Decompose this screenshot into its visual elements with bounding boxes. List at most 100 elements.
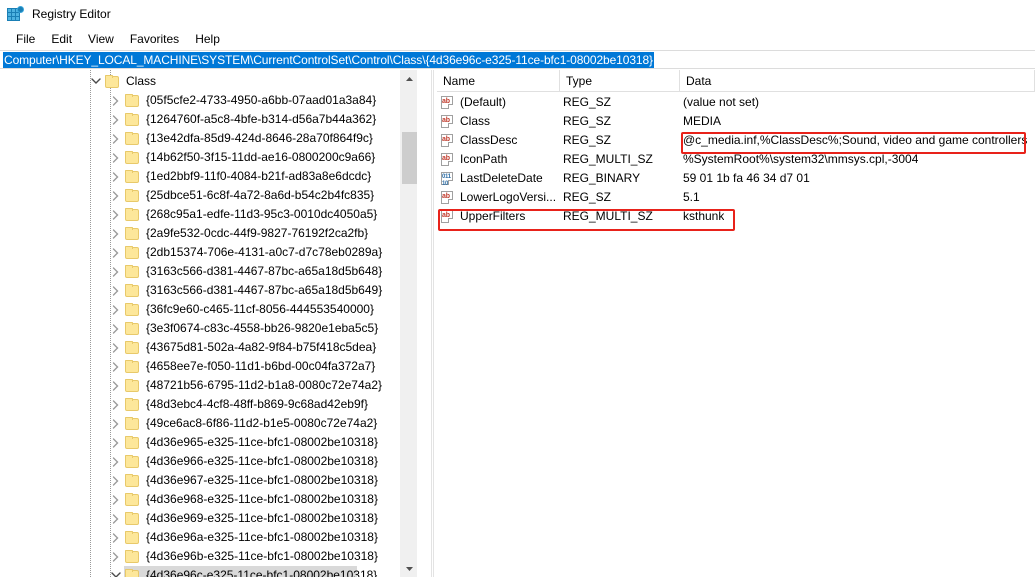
tree-item[interactable]: {05f5cfe2-4733-4950-a6bb-07aad01a3a84} [0, 91, 417, 110]
folder-icon [124, 151, 141, 165]
column-header-name[interactable]: Name [437, 70, 560, 92]
tree-item[interactable]: {4d36e96b-e325-11ce-bfc1-08002be10318} [0, 547, 417, 566]
menu-item-help[interactable]: Help [187, 30, 228, 48]
chevron-right-icon[interactable] [108, 528, 124, 547]
menu-item-favorites[interactable]: Favorites [122, 30, 187, 48]
column-header-data[interactable]: Data [680, 70, 1035, 92]
value-type: REG_MULTI_SZ [563, 207, 653, 226]
menu-item-edit[interactable]: Edit [43, 30, 80, 48]
tree-item-label: {05f5cfe2-4733-4950-a6bb-07aad01a3a84} [146, 91, 376, 110]
tree-item-label: {43675d81-502a-4a82-9f84-b75f418c5dea} [146, 338, 376, 357]
tree-item[interactable]: {3163c566-d381-4467-87bc-a65a18d5b648} [0, 262, 417, 281]
tree-item-label: {2a9fe532-0cdc-44f9-9827-76192f2ca2fb} [146, 224, 368, 243]
tree-item[interactable]: {43675d81-502a-4a82-9f84-b75f418c5dea} [0, 338, 417, 357]
value-data: %SystemRoot%\system32\mmsys.cpl,-3004 [683, 150, 918, 169]
value-row[interactable]: abIconPathREG_MULTI_SZ%SystemRoot%\syste… [437, 150, 1035, 169]
tree-item[interactable]: {268c95a1-edfe-11d3-95c3-0010dc4050a5} [0, 205, 417, 224]
value-row[interactable]: abClassDescREG_SZ@c_media.inf,%ClassDesc… [437, 131, 1035, 150]
chevron-right-icon[interactable] [108, 395, 124, 414]
value-row[interactable]: abLowerLogoVersi...REG_SZ5.1 [437, 188, 1035, 207]
tree-item[interactable]: {49ce6ac8-6f86-11d2-b1e5-0080c72e74a2} [0, 414, 417, 433]
tree-item-label: {3163c566-d381-4467-87bc-a65a18d5b648} [146, 262, 382, 281]
value-row[interactable]: ab(Default)REG_SZ(value not set) [437, 93, 1035, 112]
tree-item[interactable]: {36fc9e60-c465-11cf-8056-444553540000} [0, 300, 417, 319]
chevron-down-icon[interactable] [108, 566, 124, 577]
address-bar[interactable]: Computer\HKEY_LOCAL_MACHINE\SYSTEM\Curre… [0, 50, 1035, 69]
main-content: Class{05f5cfe2-4733-4950-a6bb-07aad01a3a… [0, 70, 1035, 577]
tree-item[interactable]: {2db15374-706e-4131-a0c7-d7c78eb0289a} [0, 243, 417, 262]
chevron-right-icon[interactable] [108, 243, 124, 262]
value-row[interactable]: 011100LastDeleteDateREG_BINARY59 01 1b f… [437, 169, 1035, 188]
chevron-right-icon[interactable] [108, 414, 124, 433]
value-name: (Default) [460, 93, 506, 112]
scroll-down-icon[interactable] [401, 560, 418, 577]
tree-item[interactable]: {4d36e968-e325-11ce-bfc1-08002be10318} [0, 490, 417, 509]
tree-item-label: {14b62f50-3f15-11dd-ae16-0800200c9a66} [146, 148, 375, 167]
pane-splitter[interactable] [431, 70, 434, 577]
tree-item[interactable]: {3163c566-d381-4467-87bc-a65a18d5b649} [0, 281, 417, 300]
tree-item[interactable]: {4d36e965-e325-11ce-bfc1-08002be10318} [0, 433, 417, 452]
tree-item[interactable]: {13e42dfa-85d9-424d-8646-28a70f864f9c} [0, 129, 417, 148]
chevron-right-icon[interactable] [108, 471, 124, 490]
tree-item[interactable]: {2a9fe532-0cdc-44f9-9827-76192f2ca2fb} [0, 224, 417, 243]
chevron-right-icon[interactable] [108, 167, 124, 186]
chevron-right-icon[interactable] [108, 357, 124, 376]
value-data: 59 01 1b fa 46 34 d7 01 [683, 169, 810, 188]
value-type: REG_SZ [563, 93, 611, 112]
value-name: Class [460, 112, 490, 131]
chevron-right-icon[interactable] [108, 129, 124, 148]
value-data: @c_media.inf,%ClassDesc%;Sound, video an… [683, 131, 1027, 150]
tree-item[interactable]: {3e3f0674-c83c-4558-bb26-9820e1eba5c5} [0, 319, 417, 338]
column-header-type[interactable]: Type [560, 70, 680, 92]
tree-item[interactable]: {4d36e96a-e325-11ce-bfc1-08002be10318} [0, 528, 417, 547]
folder-icon [124, 227, 141, 241]
tree-vertical-scrollbar[interactable] [400, 70, 417, 577]
chevron-right-icon[interactable] [108, 509, 124, 528]
chevron-right-icon[interactable] [108, 148, 124, 167]
tree-item[interactable]: {48721b56-6795-11d2-b1a8-0080c72e74a2} [0, 376, 417, 395]
tree-item-label: {1264760f-a5c8-4bfe-b314-d56a7b44a362} [146, 110, 376, 129]
tree-item-selected[interactable]: {4d36e96c-e325-11ce-bfc1-08002be10318} [0, 566, 417, 577]
chevron-right-icon[interactable] [108, 110, 124, 129]
tree-item-label: {1ed2bbf9-11f0-4084-b21f-ad83a8e6dcdc} [146, 167, 371, 186]
tree-item-label: {25dbce51-6c8f-4a72-8a6d-b54c2b4fc835} [146, 186, 374, 205]
tree-item[interactable]: {14b62f50-3f15-11dd-ae16-0800200c9a66} [0, 148, 417, 167]
tree-item[interactable]: Class [0, 72, 417, 91]
value-row[interactable]: abClassREG_SZMEDIA [437, 112, 1035, 131]
chevron-right-icon[interactable] [108, 91, 124, 110]
tree-item[interactable]: {4d36e966-e325-11ce-bfc1-08002be10318} [0, 452, 417, 471]
chevron-right-icon[interactable] [108, 433, 124, 452]
chevron-right-icon[interactable] [108, 319, 124, 338]
chevron-right-icon[interactable] [108, 300, 124, 319]
tree-item[interactable]: {4d36e969-e325-11ce-bfc1-08002be10318} [0, 509, 417, 528]
chevron-right-icon[interactable] [108, 186, 124, 205]
chevron-right-icon[interactable] [108, 490, 124, 509]
window-title: Registry Editor [32, 7, 111, 21]
address-path-text[interactable]: Computer\HKEY_LOCAL_MACHINE\SYSTEM\Curre… [3, 52, 654, 68]
value-row[interactable]: abUpperFiltersREG_MULTI_SZksthunk [437, 207, 1035, 226]
value-type: REG_BINARY [563, 169, 640, 188]
menu-item-view[interactable]: View [80, 30, 122, 48]
tree-item[interactable]: {1264760f-a5c8-4bfe-b314-d56a7b44a362} [0, 110, 417, 129]
chevron-right-icon[interactable] [108, 224, 124, 243]
tree-item[interactable]: {1ed2bbf9-11f0-4084-b21f-ad83a8e6dcdc} [0, 167, 417, 186]
chevron-right-icon[interactable] [108, 338, 124, 357]
tree-item-label: {4d36e966-e325-11ce-bfc1-08002be10318} [146, 452, 378, 471]
chevron-right-icon[interactable] [108, 547, 124, 566]
chevron-down-icon[interactable] [88, 72, 104, 91]
tree-item-label: Class [126, 72, 156, 91]
tree-item[interactable]: {48d3ebc4-4cf8-48ff-b869-9c68ad42eb9f} [0, 395, 417, 414]
tree-item[interactable]: {4d36e967-e325-11ce-bfc1-08002be10318} [0, 471, 417, 490]
chevron-right-icon[interactable] [108, 376, 124, 395]
tree-item[interactable]: {4658ee7e-f050-11d1-b6bd-00c04fa372a7} [0, 357, 417, 376]
chevron-right-icon[interactable] [108, 281, 124, 300]
registry-editor-icon [7, 6, 23, 22]
chevron-right-icon[interactable] [108, 262, 124, 281]
menu-item-file[interactable]: File [8, 30, 43, 48]
scroll-up-icon[interactable] [401, 70, 418, 87]
value-name: LowerLogoVersi... [460, 188, 556, 207]
scrollbar-thumb[interactable] [402, 132, 417, 184]
chevron-right-icon[interactable] [108, 205, 124, 224]
chevron-right-icon[interactable] [108, 452, 124, 471]
tree-item[interactable]: {25dbce51-6c8f-4a72-8a6d-b54c2b4fc835} [0, 186, 417, 205]
